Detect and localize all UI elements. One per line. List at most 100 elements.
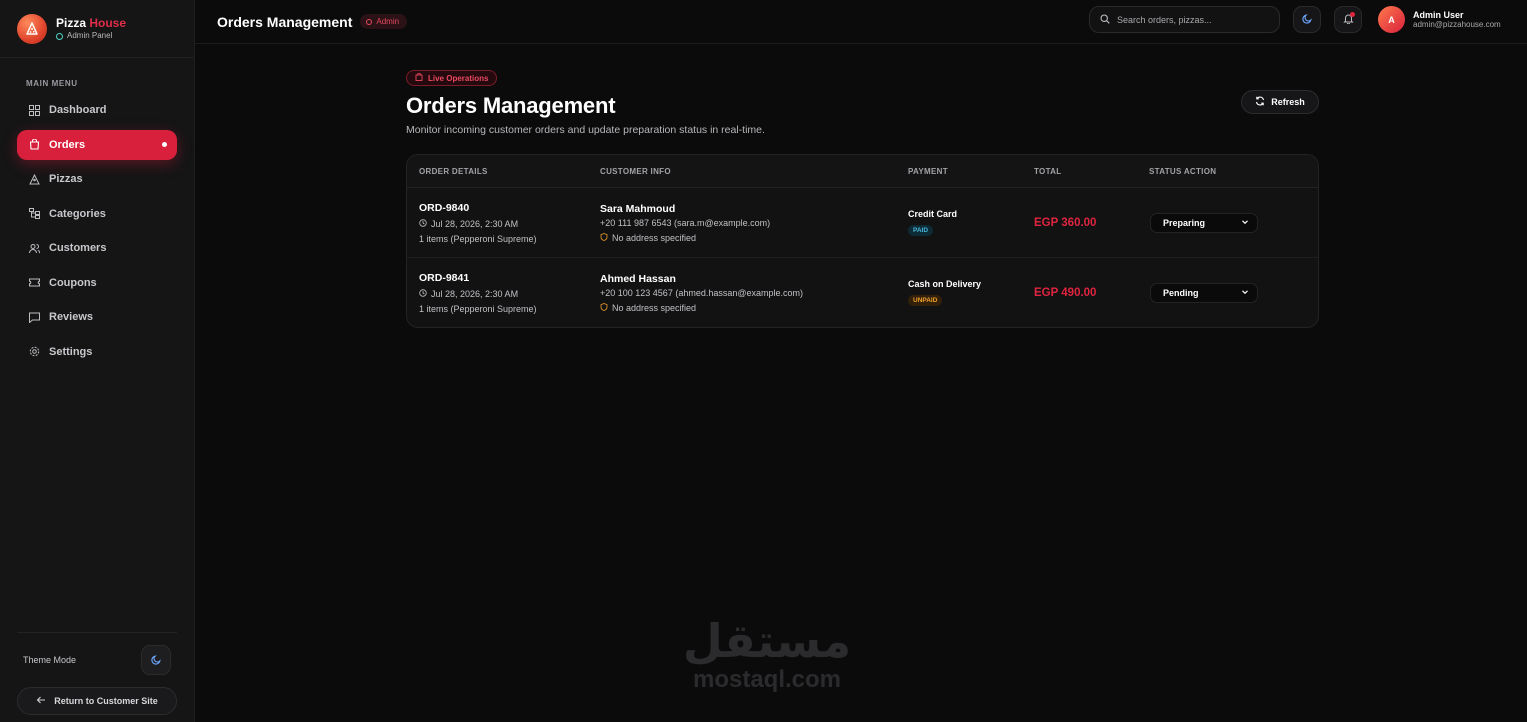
customer-contact: +20 100 123 4567 (ahmed.hassan@example.c… <box>600 287 804 298</box>
sidebar-item-settings[interactable]: Settings <box>17 337 177 367</box>
active-dot-icon <box>162 142 167 147</box>
payment-method: Cash on Delivery <box>908 278 982 289</box>
clock-icon <box>419 288 427 299</box>
table-row[interactable]: ORD-9840 Jul 28, 2026, 2:30 AM 1 items (… <box>407 188 1318 258</box>
watermark-latin: mostaql.com <box>692 666 842 693</box>
customers-icon <box>29 243 40 254</box>
search-box[interactable] <box>1089 6 1280 33</box>
customer-contact: +20 111 987 6543 (sara.m@example.com) <box>600 217 771 228</box>
sidebar-item-label: Orders <box>49 138 86 151</box>
brand-subtitle: Admin Panel <box>56 31 126 41</box>
customer-name: Ahmed Hassan <box>600 272 676 285</box>
clock-icon <box>419 218 427 229</box>
payment-method: Credit Card <box>908 208 958 219</box>
sidebar-item-label: Coupons <box>49 276 97 289</box>
order-date: Jul 28, 2026, 2:30 AM <box>419 289 600 299</box>
ring-icon <box>366 18 373 25</box>
status-select[interactable]: Pending <box>1150 282 1258 303</box>
sidebar-item-label: Pizzas <box>49 173 83 185</box>
main-area: Orders Management Admin A Admin User adm… <box>195 0 1527 722</box>
refresh-button[interactable]: Refresh <box>1241 90 1319 114</box>
notification-dot-icon <box>1350 12 1355 17</box>
sidebar-item-label: Categories <box>49 207 106 220</box>
pizza-icon <box>29 173 40 185</box>
sidebar-item-orders[interactable]: Orders <box>17 129 177 160</box>
avatar: A <box>1378 6 1405 33</box>
verified-icon <box>56 32 63 40</box>
page-subtitle: Monitor incoming customer orders and upd… <box>406 124 765 136</box>
search-input[interactable] <box>1117 14 1267 25</box>
dark-mode-button[interactable] <box>1293 6 1321 33</box>
arrow-left-icon <box>36 695 46 707</box>
dashboard-icon <box>29 104 40 116</box>
theme-toggle-button[interactable] <box>141 645 171 675</box>
orders-icon <box>29 139 40 150</box>
sidebar-item-label: Dashboard <box>49 104 107 116</box>
coupon-icon <box>29 277 40 288</box>
refresh-icon <box>1255 96 1265 108</box>
live-operations-badge: Live Operations <box>406 70 498 86</box>
sidebar-item-label: Customers <box>49 242 107 254</box>
sidebar-item-pizzas[interactable]: Pizzas <box>17 164 177 194</box>
payment-status-badge: PAID <box>908 224 934 236</box>
theme-row: Theme Mode <box>17 632 177 687</box>
order-date: Jul 28, 2026, 2:30 AM <box>419 219 600 229</box>
sidebar-item-dashboard[interactable]: Dashboard <box>17 95 177 125</box>
orders-table: ORDER DETAILS CUSTOMER INFO PAYMENT TOTA… <box>406 154 1319 328</box>
order-total: EGP 490.00 <box>1034 286 1097 299</box>
payment-status-badge: UNPAID <box>908 294 943 306</box>
sidebar-item-customers[interactable]: Customers <box>17 233 177 263</box>
page-title: Orders Management <box>406 93 616 118</box>
status-value: Pending <box>1163 287 1199 298</box>
topbar-title: Orders Management <box>217 13 353 30</box>
categories-icon <box>29 208 40 219</box>
table-row[interactable]: ORD-9841 Jul 28, 2026, 2:30 AM 1 items (… <box>407 258 1318 327</box>
menu-title: MAIN MENU <box>26 79 78 88</box>
customer-address: No address specified <box>600 233 908 243</box>
sidebar-item-coupons[interactable]: Coupons <box>17 268 177 298</box>
shield-icon <box>600 232 608 243</box>
sidebar-item-categories[interactable]: Categories <box>17 199 177 229</box>
orders-content: Live Operations Orders Management Monito… <box>406 68 1319 328</box>
sidebar-nav: Dashboard Orders Pizzas Categories Custo… <box>0 95 194 367</box>
pizza-logo-icon <box>17 13 47 44</box>
customer-name: Sara Mahmoud <box>600 202 676 215</box>
order-items: 1 items (Pepperoni Supreme) <box>419 233 537 244</box>
admin-badge: Admin <box>360 14 408 29</box>
table-header: ORDER DETAILS CUSTOMER INFO PAYMENT TOTA… <box>407 155 1318 188</box>
order-id: ORD-9841 <box>419 271 470 284</box>
notifications-button[interactable] <box>1334 6 1362 33</box>
user-email: admin@pizzahouse.com <box>1413 20 1501 30</box>
watermark: مستقل mostaql.com <box>672 618 862 694</box>
chevron-down-icon <box>1241 288 1249 298</box>
status-value: Preparing <box>1163 217 1206 228</box>
customer-address: No address specified <box>600 303 908 313</box>
order-total: EGP 360.00 <box>1034 216 1097 229</box>
order-items: 1 items (Pepperoni Supreme) <box>419 303 537 314</box>
sidebar-item-reviews[interactable]: Reviews <box>17 302 177 332</box>
sidebar-item-label: Reviews <box>49 311 94 323</box>
bag-icon <box>415 72 423 83</box>
column-header: STATUS ACTION <box>1149 166 1217 176</box>
chevron-down-icon <box>1241 218 1249 228</box>
moon-icon <box>1301 11 1313 29</box>
topbar: Orders Management Admin A Admin User adm… <box>195 0 1527 44</box>
return-to-customer-site-button[interactable]: Return to Customer Site <box>17 687 177 715</box>
sidebar: Pizza House Admin Panel MAIN MENU Dashbo… <box>0 0 195 722</box>
sidebar-footer: Theme Mode Return to Customer Site <box>17 632 177 722</box>
column-header: PAYMENT <box>908 166 948 176</box>
search-icon <box>1100 11 1110 29</box>
status-select[interactable]: Preparing <box>1150 212 1258 233</box>
order-id: ORD-9840 <box>419 201 470 214</box>
reviews-icon <box>29 312 40 323</box>
brand-name: Pizza House <box>56 15 127 30</box>
sidebar-item-label: Settings <box>49 345 93 358</box>
brand[interactable]: Pizza House Admin Panel <box>0 0 194 58</box>
user-menu[interactable]: A Admin User admin@pizzahouse.com <box>1378 6 1501 33</box>
column-header: ORDER DETAILS <box>419 166 488 176</box>
return-label: Return to Customer Site <box>54 696 158 706</box>
theme-mode-label: Theme Mode <box>23 655 77 665</box>
watermark-arabic: مستقل <box>682 614 852 668</box>
user-name: Admin User <box>1413 9 1464 20</box>
moon-icon <box>150 654 162 667</box>
